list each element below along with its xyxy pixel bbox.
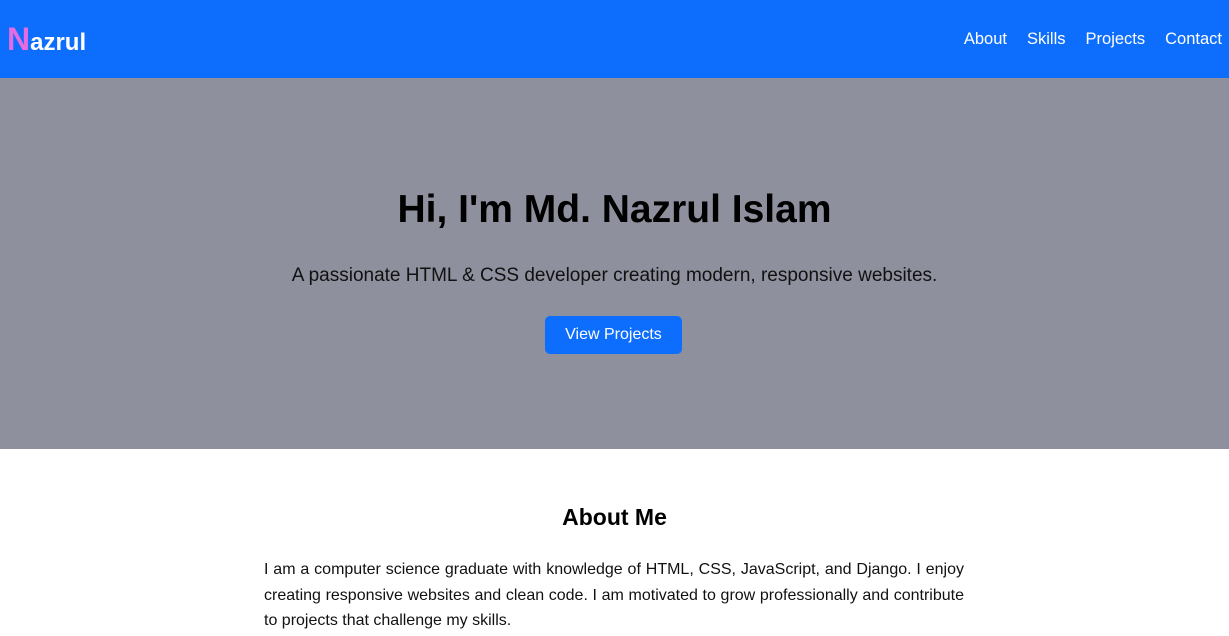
- navbar: N azrul About Skills Projects Contact: [0, 0, 1229, 78]
- nav-links: About Skills Projects Contact: [954, 30, 1222, 49]
- view-projects-button[interactable]: View Projects: [545, 316, 682, 354]
- about-text: I am a computer science graduate with kn…: [264, 561, 964, 629]
- nav-link-skills[interactable]: Skills: [1017, 30, 1076, 49]
- hero-title: Hi, I'm Md. Nazrul Islam: [397, 188, 832, 231]
- brand-name: azrul: [30, 29, 87, 56]
- about-title: About Me: [562, 504, 667, 530]
- about-section: About Me I am a computer science graduat…: [0, 449, 1229, 636]
- brand-initial: N: [7, 21, 31, 57]
- nav-link-about[interactable]: About: [954, 30, 1017, 49]
- brand-logo-link[interactable]: N azrul: [7, 23, 86, 55]
- hero-subtitle: A passionate HTML & CSS developer creati…: [291, 265, 938, 286]
- nav-link-projects[interactable]: Projects: [1076, 30, 1156, 49]
- hero-section: Hi, I'm Md. Nazrul Islam A passionate HT…: [0, 78, 1229, 449]
- nav-link-contact[interactable]: Contact: [1155, 30, 1222, 49]
